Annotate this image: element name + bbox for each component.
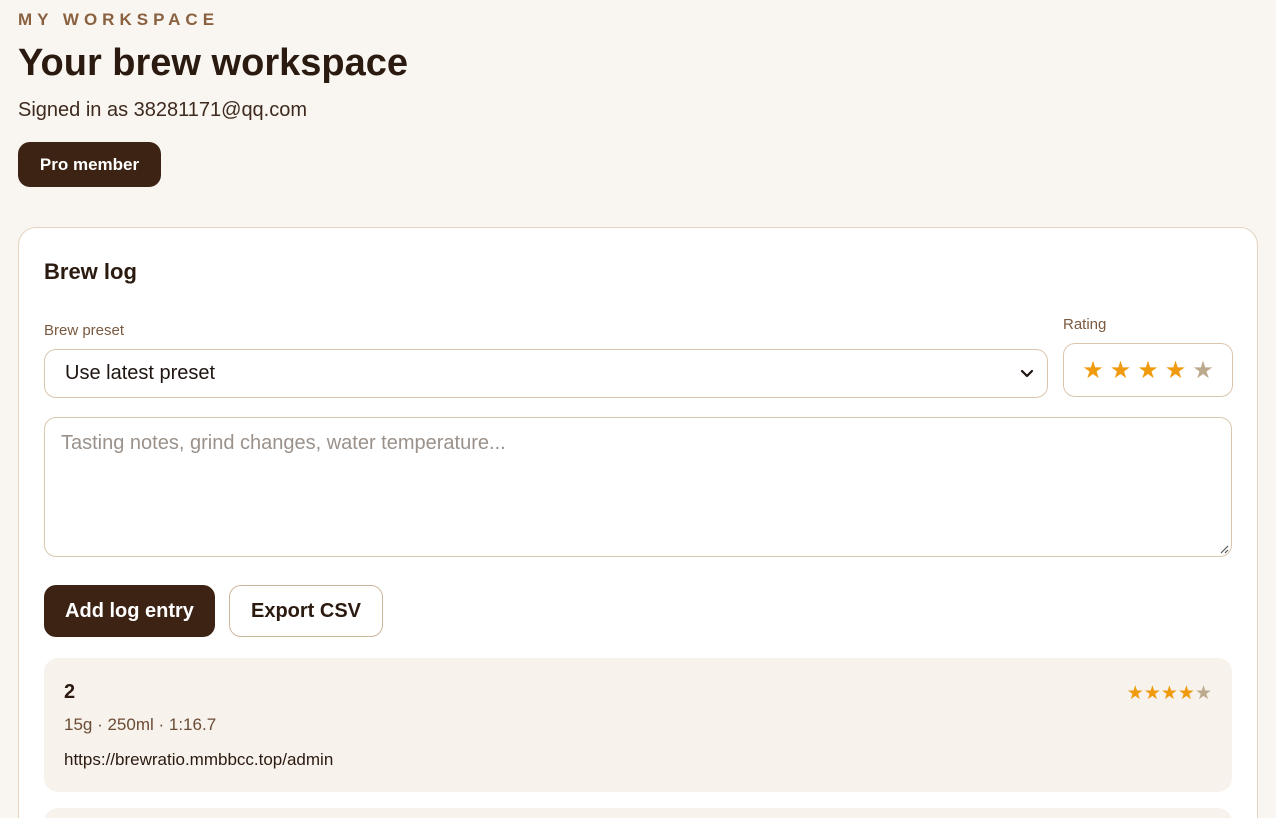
star-icon: ★	[1194, 683, 1212, 704]
tasting-notes-textarea[interactable]: Tasting notes, grind changes, water temp…	[44, 417, 1232, 557]
export-csv-button[interactable]: Export CSV	[229, 585, 383, 637]
star-icon: ★	[1160, 683, 1178, 704]
workspace-page: MY WORKSPACE Your brew workspace Signed …	[0, 0, 1276, 818]
star-icon[interactable]: ★	[1082, 356, 1104, 385]
brew-log-title: Brew log	[44, 259, 137, 284]
add-log-entry-button[interactable]: Add log entry	[44, 585, 215, 637]
log-entry-title: 2	[64, 681, 76, 703]
page-eyebrow: MY WORKSPACE	[18, 10, 220, 29]
rating-label: Rating	[1063, 316, 1107, 333]
log-entry-meta: 15g · 250ml · 1:16.7	[64, 715, 217, 734]
brew-log-card: Brew log Brew preset Use latest preset R…	[18, 227, 1258, 818]
star-icon[interactable]: ★	[1137, 356, 1159, 385]
log-entry-note: https://brewratio.mmbbcc.top/admin	[64, 750, 334, 769]
rating-input[interactable]: ★ ★ ★ ★ ★	[1063, 343, 1233, 397]
star-icon[interactable]: ★	[1110, 356, 1132, 385]
star-icon[interactable]: ★	[1165, 356, 1187, 385]
notes-placeholder: Tasting notes, grind changes, water temp…	[61, 432, 506, 454]
signed-in-text: Signed in as 38281171@qq.com	[18, 99, 308, 121]
membership-badge: Pro member	[18, 142, 161, 187]
log-entry	[44, 808, 1232, 818]
star-icon[interactable]: ★	[1192, 356, 1214, 385]
star-icon: ★	[1126, 683, 1144, 704]
resize-handle-icon[interactable]	[1219, 544, 1229, 554]
star-icon: ★	[1177, 683, 1195, 704]
log-entry: 2 15g · 250ml · 1:16.7 https://brewratio…	[44, 658, 1232, 792]
brew-preset-value: Use latest preset	[65, 362, 216, 384]
star-icon: ★	[1143, 683, 1161, 704]
page-title: Your brew workspace	[18, 42, 408, 84]
chevron-down-icon	[1020, 369, 1034, 378]
brew-preset-select[interactable]: Use latest preset	[44, 349, 1048, 398]
log-entry-rating: ★★★★★	[1127, 682, 1212, 705]
brew-preset-label: Brew preset	[44, 322, 125, 339]
